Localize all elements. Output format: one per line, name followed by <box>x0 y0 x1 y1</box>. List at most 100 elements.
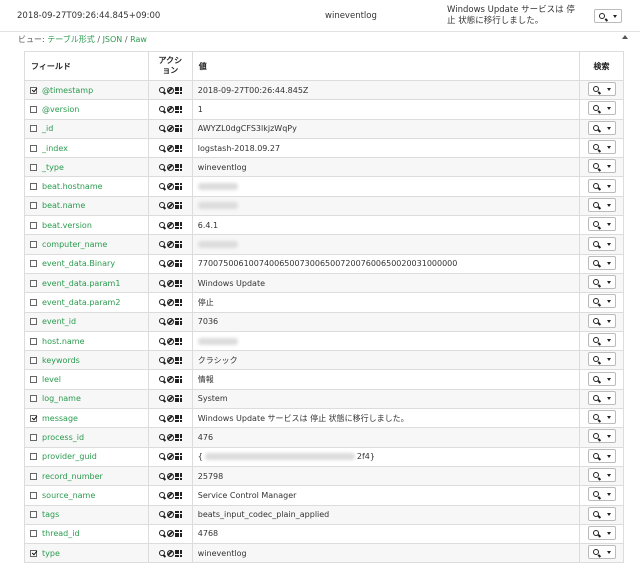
row-search-button[interactable] <box>587 120 616 135</box>
filter-out-value-icon[interactable] <box>166 376 174 384</box>
row-search-button[interactable] <box>587 255 616 270</box>
filter-out-value-icon[interactable] <box>166 260 174 268</box>
column-toggle-checkbox[interactable] <box>30 298 37 306</box>
column-toggle-checkbox[interactable] <box>30 414 37 422</box>
filter-out-value-icon[interactable] <box>166 163 174 171</box>
field-name[interactable]: event_data.param2 <box>42 298 120 307</box>
column-toggle-checkbox[interactable] <box>30 221 37 229</box>
toggle-column-icon[interactable] <box>174 279 182 287</box>
field-name[interactable]: keywords <box>42 356 80 365</box>
filter-for-value-icon[interactable] <box>158 279 166 287</box>
toggle-column-icon[interactable] <box>174 221 182 229</box>
toggle-column-icon[interactable] <box>174 163 182 171</box>
filter-out-value-icon[interactable] <box>166 549 174 557</box>
field-name[interactable]: _type <box>42 163 64 172</box>
column-toggle-checkbox[interactable] <box>30 530 37 538</box>
field-name[interactable]: record_number <box>42 472 103 481</box>
field-name[interactable]: log_name <box>42 394 81 403</box>
document-summary-row[interactable]: 2018-09-27T09:26:44.845+09:00 wineventlo… <box>0 0 640 32</box>
toggle-column-icon[interactable] <box>174 472 182 480</box>
column-toggle-checkbox[interactable] <box>30 163 37 171</box>
column-toggle-checkbox[interactable] <box>30 433 37 441</box>
row-search-button[interactable] <box>587 159 616 174</box>
filter-for-value-icon[interactable] <box>158 260 166 267</box>
column-toggle-checkbox[interactable] <box>30 472 37 480</box>
filter-for-value-icon[interactable] <box>158 337 166 345</box>
filter-out-value-icon[interactable] <box>166 298 174 306</box>
filter-for-value-icon[interactable] <box>158 549 166 557</box>
row-search-button[interactable] <box>587 313 616 328</box>
filter-out-value-icon[interactable] <box>166 472 174 480</box>
filter-for-value-icon[interactable] <box>158 202 166 209</box>
row-search-button[interactable] <box>587 333 616 347</box>
row-search-button[interactable] <box>587 545 616 560</box>
column-toggle-checkbox[interactable] <box>30 105 37 113</box>
toggle-column-icon[interactable] <box>174 105 182 113</box>
field-name[interactable]: type <box>42 549 60 558</box>
field-name[interactable]: _index <box>42 144 68 153</box>
filter-out-value-icon[interactable] <box>166 86 174 94</box>
row-search-button[interactable] <box>587 410 616 425</box>
row-search-button[interactable] <box>587 390 616 405</box>
filter-for-value-icon[interactable] <box>158 511 166 518</box>
toggle-column-icon[interactable] <box>174 530 182 538</box>
field-name[interactable]: provider_guid <box>42 452 97 461</box>
column-toggle-checkbox[interactable] <box>30 395 37 403</box>
row-search-button[interactable] <box>587 487 616 502</box>
row-search-button[interactable] <box>587 525 616 540</box>
field-name[interactable]: message <box>42 414 78 423</box>
row-search-button[interactable] <box>587 101 616 116</box>
filter-out-value-icon[interactable] <box>166 395 174 403</box>
toggle-column-icon[interactable] <box>174 144 182 152</box>
chevron-up-icon[interactable] <box>622 35 628 39</box>
row-search-button[interactable] <box>587 448 616 463</box>
filter-out-value-icon[interactable] <box>166 414 174 422</box>
column-toggle-checkbox[interactable] <box>30 260 37 268</box>
filter-for-value-icon[interactable] <box>158 414 166 422</box>
field-name[interactable]: beat.version <box>42 221 92 230</box>
row-search-button[interactable] <box>587 82 616 97</box>
filter-out-value-icon[interactable] <box>166 202 174 210</box>
row-search-button[interactable] <box>587 275 616 290</box>
filter-out-value-icon[interactable] <box>166 337 174 345</box>
filter-for-value-icon[interactable] <box>158 183 166 190</box>
filter-out-value-icon[interactable] <box>166 530 174 538</box>
column-toggle-checkbox[interactable] <box>30 86 37 94</box>
toggle-column-icon[interactable] <box>174 433 182 441</box>
row-search-button[interactable] <box>587 429 616 444</box>
filter-out-value-icon[interactable] <box>166 433 174 441</box>
toggle-column-icon[interactable] <box>174 511 182 519</box>
row-search-button[interactable] <box>587 197 616 212</box>
filter-out-value-icon[interactable] <box>166 279 174 287</box>
field-name[interactable]: host.name <box>42 337 85 346</box>
field-name[interactable]: @timestamp <box>42 86 93 95</box>
toggle-column-icon[interactable] <box>174 260 182 268</box>
toggle-column-icon[interactable] <box>174 337 182 345</box>
column-toggle-checkbox[interactable] <box>30 356 37 364</box>
toggle-column-icon[interactable] <box>174 453 182 461</box>
field-name[interactable]: tags <box>42 510 59 519</box>
filter-for-value-icon[interactable] <box>158 491 166 499</box>
filter-for-value-icon[interactable] <box>158 163 166 171</box>
row-search-button[interactable] <box>587 352 616 367</box>
row-search-button[interactable] <box>587 468 616 483</box>
filter-for-value-icon[interactable] <box>158 530 166 537</box>
toggle-column-icon[interactable] <box>174 241 182 249</box>
toggle-column-icon[interactable] <box>174 395 182 403</box>
filter-out-value-icon[interactable] <box>166 453 174 461</box>
filter-out-value-icon[interactable] <box>166 144 174 152</box>
field-name[interactable]: thread_id <box>42 529 80 538</box>
filter-for-value-icon[interactable] <box>158 86 166 94</box>
field-name[interactable]: source_name <box>42 491 95 500</box>
view-raw-link[interactable]: Raw <box>130 35 147 44</box>
field-name[interactable]: _id <box>42 124 53 133</box>
filter-out-value-icon[interactable] <box>166 356 174 364</box>
toggle-column-icon[interactable] <box>174 491 182 499</box>
toggle-column-icon[interactable] <box>174 86 182 94</box>
filter-out-value-icon[interactable] <box>166 183 174 191</box>
column-toggle-checkbox[interactable] <box>30 491 37 499</box>
column-toggle-checkbox[interactable] <box>30 144 37 152</box>
filter-for-value-icon[interactable] <box>158 125 166 132</box>
filter-for-value-icon[interactable] <box>158 144 166 152</box>
field-name[interactable]: @version <box>42 105 79 114</box>
